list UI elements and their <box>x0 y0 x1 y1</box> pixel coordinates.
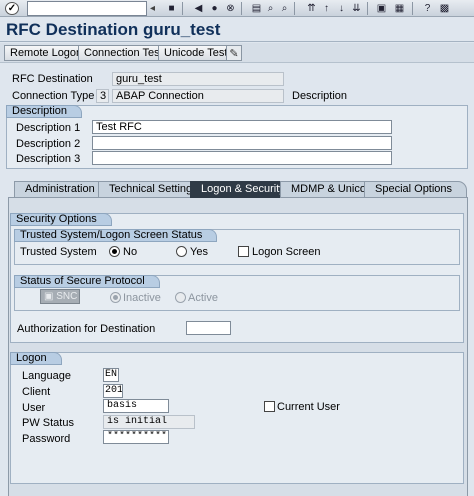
back-icon[interactable]: ◀ <box>192 2 205 15</box>
snc-button[interactable]: ▣ SNC <box>40 289 80 304</box>
logon-screen-checkbox[interactable] <box>238 246 249 257</box>
pw-status-field: is initial <box>103 415 195 429</box>
description-group-title: Description <box>6 105 83 118</box>
current-user-label: Current User <box>277 401 340 413</box>
connection-type-code-field: 3 <box>96 89 109 103</box>
description-3-label: Description 3 <box>16 153 81 165</box>
logon-group-title: Logon <box>10 352 62 365</box>
title-divider <box>0 41 474 42</box>
pw-status-label: PW Status <box>22 417 74 429</box>
snc-icon: ▣ <box>44 291 57 302</box>
description-2-input[interactable] <box>92 136 392 150</box>
snc-inactive-radio <box>110 292 121 303</box>
language-input[interactable]: EN <box>103 368 119 382</box>
snc-label: SNC <box>56 291 78 302</box>
snc-active-radio <box>175 292 186 303</box>
layout-icon[interactable]: ▩ <box>438 2 451 15</box>
rfc-destination-field: guru_test <box>112 72 284 86</box>
system-toolbar: ✓ ◂ ■ ◀ ● ⊗ ▤ ⌕ ⌕ ⇈ ↑ ↓ ⇊ ▣ ▦ ? ▩ <box>0 0 474 17</box>
snc-active-label: Active <box>188 292 218 304</box>
user-label: User <box>22 402 46 414</box>
remote-logon-button[interactable]: Remote Logon <box>4 45 89 61</box>
display-change-icon[interactable]: ✎ <box>226 45 242 61</box>
password-label: Password <box>22 433 71 445</box>
unicode-test-button[interactable]: Unicode Test <box>158 45 234 61</box>
exit-icon[interactable]: ● <box>208 2 221 15</box>
connection-type-label: Connection Type <box>12 90 95 102</box>
description-3-input[interactable] <box>92 151 392 165</box>
command-field[interactable] <box>27 1 147 16</box>
language-label: Language <box>22 370 71 382</box>
snc-inactive-label: Inactive <box>123 292 161 304</box>
tab-administration[interactable]: Administration <box>14 181 110 198</box>
trusted-no-label: No <box>123 246 138 258</box>
find-icon[interactable]: ⌕ <box>264 2 277 15</box>
password-input[interactable]: ************ <box>103 430 169 444</box>
page-title: RFC Destination guru_test <box>6 20 221 39</box>
toolbar-separator <box>241 2 242 15</box>
client-label: Client <box>22 386 51 398</box>
next-page-icon[interactable]: ↓ <box>335 2 348 15</box>
connection-type-text-field: ABAP Connection <box>112 89 284 103</box>
security-options-title: Security Options <box>10 213 112 226</box>
toolbar-separator <box>412 2 413 15</box>
rfc-destination-label: RFC Destination <box>12 73 93 85</box>
cancel-icon[interactable]: ⊗ <box>224 2 237 15</box>
description-1-input[interactable]: Test RFC <box>92 120 392 134</box>
description-1-label: Description 1 <box>16 122 81 134</box>
logon-screen-label: Logon Screen <box>252 246 321 258</box>
command-history-icon[interactable]: ◂ <box>150 3 155 14</box>
print-icon[interactable]: ▤ <box>250 2 263 15</box>
first-page-icon[interactable]: ⇈ <box>305 2 318 15</box>
last-page-icon[interactable]: ⇊ <box>350 2 363 15</box>
tab-strip: Administration Technical Settings Logon … <box>8 181 468 198</box>
shortcut-icon[interactable]: ▦ <box>393 2 406 15</box>
user-input[interactable]: basis <box>103 399 169 413</box>
tab-special-options[interactable]: Special Options <box>364 181 468 198</box>
authorization-label: Authorization for Destination <box>17 323 156 335</box>
application-toolbar: Remote Logon Connection Test Unicode Tes… <box>0 43 474 63</box>
find-next-icon[interactable]: ⌕ <box>278 2 291 15</box>
description-label: Description <box>292 90 348 102</box>
current-user-checkbox[interactable] <box>264 401 275 412</box>
trusted-no-radio[interactable] <box>109 246 120 257</box>
description-2-label: Description 2 <box>16 138 81 150</box>
connection-test-button[interactable]: Connection Test <box>78 45 169 61</box>
trusted-yes-radio[interactable] <box>176 246 187 257</box>
secure-protocol-group: Status of Secure Protocol <box>14 275 460 311</box>
toolbar-separator <box>182 2 183 15</box>
trusted-yes-label: Yes <box>190 246 208 258</box>
save-icon[interactable]: ■ <box>165 2 178 15</box>
prev-page-icon[interactable]: ↑ <box>320 2 333 15</box>
help-icon[interactable]: ? <box>421 2 434 15</box>
toolbar-separator <box>294 2 295 15</box>
new-session-icon[interactable]: ▣ <box>375 2 388 15</box>
secure-protocol-title: Status of Secure Protocol <box>14 275 160 288</box>
authorization-input[interactable] <box>186 321 231 335</box>
trusted-system-title: Trusted System/Logon Screen Status <box>14 229 218 242</box>
toolbar-separator <box>367 2 368 15</box>
enter-check-icon[interactable]: ✓ <box>5 2 19 15</box>
client-input[interactable]: 201 <box>103 384 123 398</box>
trusted-system-label: Trusted System <box>20 246 97 258</box>
logon-group: Logon <box>10 352 464 484</box>
